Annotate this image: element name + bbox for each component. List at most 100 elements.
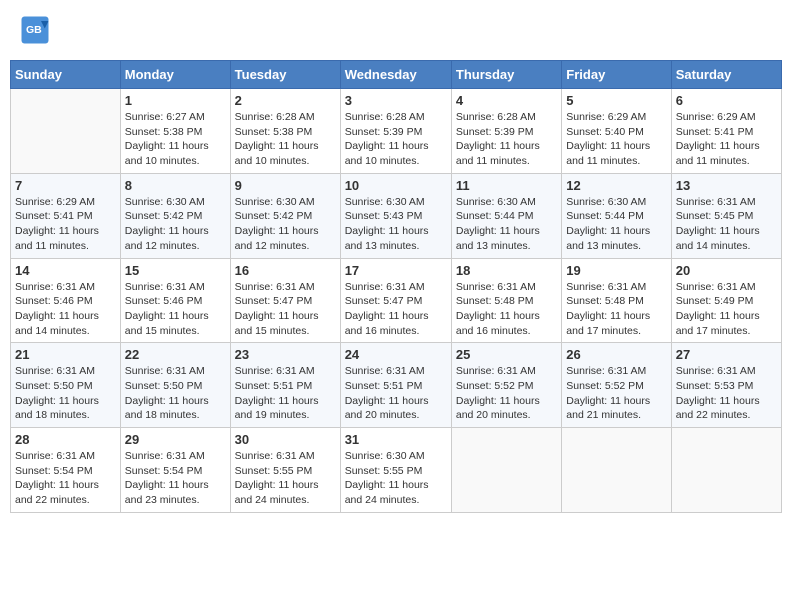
page-header: GB: [10, 10, 782, 50]
calendar-header-sunday: Sunday: [11, 61, 121, 89]
day-number: 25: [456, 347, 557, 362]
day-number: 8: [125, 178, 226, 193]
day-number: 23: [235, 347, 336, 362]
day-number: 5: [566, 93, 666, 108]
calendar-cell: 5 Sunrise: 6:29 AMSunset: 5:40 PMDaylight…: [562, 89, 671, 174]
day-number: 26: [566, 347, 666, 362]
day-info: Sunrise: 6:31 AMSunset: 5:48 PMDaylight:…: [566, 280, 666, 339]
day-info: Sunrise: 6:30 AMSunset: 5:44 PMDaylight:…: [456, 195, 557, 254]
day-number: 11: [456, 178, 557, 193]
day-info: Sunrise: 6:28 AMSunset: 5:39 PMDaylight:…: [345, 110, 447, 169]
day-number: 20: [676, 263, 777, 278]
calendar-week-3: 14 Sunrise: 6:31 AMSunset: 5:46 PMDayligh…: [11, 258, 782, 343]
day-info: Sunrise: 6:30 AMSunset: 5:42 PMDaylight:…: [235, 195, 336, 254]
calendar-cell: 20 Sunrise: 6:31 AMSunset: 5:49 PMDayligh…: [671, 258, 781, 343]
day-number: 18: [456, 263, 557, 278]
day-number: 17: [345, 263, 447, 278]
calendar-cell: [11, 89, 121, 174]
day-number: 29: [125, 432, 226, 447]
day-info: Sunrise: 6:31 AMSunset: 5:55 PMDaylight:…: [235, 449, 336, 508]
calendar-cell: 21 Sunrise: 6:31 AMSunset: 5:50 PMDayligh…: [11, 343, 121, 428]
calendar-cell: [451, 428, 561, 513]
day-info: Sunrise: 6:27 AMSunset: 5:38 PMDaylight:…: [125, 110, 226, 169]
day-number: 28: [15, 432, 116, 447]
day-info: Sunrise: 6:31 AMSunset: 5:46 PMDaylight:…: [15, 280, 116, 339]
day-info: Sunrise: 6:31 AMSunset: 5:50 PMDaylight:…: [15, 364, 116, 423]
calendar-cell: 31 Sunrise: 6:30 AMSunset: 5:55 PMDayligh…: [340, 428, 451, 513]
calendar-cell: 29Sunrise: 6:31 AMSunset: 5:54 PMDayligh…: [120, 428, 230, 513]
day-info: Sunrise: 6:31 AMSunset: 5:52 PMDaylight:…: [566, 364, 666, 423]
calendar-cell: 10 Sunrise: 6:30 AMSunset: 5:43 PMDayligh…: [340, 173, 451, 258]
day-info: Sunrise: 6:31 AMSunset: 5:51 PMDaylight:…: [235, 364, 336, 423]
calendar-header-tuesday: Tuesday: [230, 61, 340, 89]
calendar-cell: 1Sunrise: 6:27 AMSunset: 5:38 PMDaylight…: [120, 89, 230, 174]
day-info: Sunrise: 6:30 AMSunset: 5:43 PMDaylight:…: [345, 195, 447, 254]
day-info: Sunrise: 6:31 AMSunset: 5:48 PMDaylight:…: [456, 280, 557, 339]
day-info: Sunrise: 6:30 AMSunset: 5:55 PMDaylight:…: [345, 449, 447, 508]
day-number: 9: [235, 178, 336, 193]
day-info: Sunrise: 6:28 AMSunset: 5:38 PMDaylight:…: [235, 110, 336, 169]
calendar-cell: 28 Sunrise: 6:31 AMSunset: 5:54 PMDayligh…: [11, 428, 121, 513]
day-number: 3: [345, 93, 447, 108]
calendar-cell: 24 Sunrise: 6:31 AMSunset: 5:51 PMDayligh…: [340, 343, 451, 428]
calendar-cell: 3 Sunrise: 6:28 AMSunset: 5:39 PMDaylight…: [340, 89, 451, 174]
day-info: Sunrise: 6:29 AMSunset: 5:40 PMDaylight:…: [566, 110, 666, 169]
day-info: Sunrise: 6:29 AMSunset: 5:41 PMDaylight:…: [676, 110, 777, 169]
day-number: 19: [566, 263, 666, 278]
day-info: Sunrise: 6:31 AMSunset: 5:50 PMDaylight:…: [125, 364, 226, 423]
calendar-week-4: 21 Sunrise: 6:31 AMSunset: 5:50 PMDayligh…: [11, 343, 782, 428]
calendar-table: SundayMondayTuesdayWednesdayThursdayFrid…: [10, 60, 782, 513]
calendar-week-5: 28 Sunrise: 6:31 AMSunset: 5:54 PMDayligh…: [11, 428, 782, 513]
svg-text:GB: GB: [26, 24, 42, 36]
calendar-cell: 19 Sunrise: 6:31 AMSunset: 5:48 PMDayligh…: [562, 258, 671, 343]
calendar-cell: 8 Sunrise: 6:30 AMSunset: 5:42 PMDaylight…: [120, 173, 230, 258]
day-info: Sunrise: 6:31 AMSunset: 5:47 PMDaylight:…: [345, 280, 447, 339]
day-info: Sunrise: 6:31 AMSunset: 5:51 PMDaylight:…: [345, 364, 447, 423]
calendar-header-wednesday: Wednesday: [340, 61, 451, 89]
calendar-cell: 22 Sunrise: 6:31 AMSunset: 5:50 PMDayligh…: [120, 343, 230, 428]
day-number: 24: [345, 347, 447, 362]
day-number: 15: [125, 263, 226, 278]
day-number: 27: [676, 347, 777, 362]
day-info: Sunrise: 6:31 AMSunset: 5:46 PMDaylight:…: [125, 280, 226, 339]
calendar-cell: 25 Sunrise: 6:31 AMSunset: 5:52 PMDayligh…: [451, 343, 561, 428]
day-number: 6: [676, 93, 777, 108]
calendar-header-monday: Monday: [120, 61, 230, 89]
calendar-cell: 15 Sunrise: 6:31 AMSunset: 5:46 PMDayligh…: [120, 258, 230, 343]
day-number: 21: [15, 347, 116, 362]
calendar-cell: 12Sunrise: 6:30 AMSunset: 5:44 PMDayligh…: [562, 173, 671, 258]
day-info: Sunrise: 6:30 AMSunset: 5:42 PMDaylight:…: [125, 195, 226, 254]
day-info: Sunrise: 6:31 AMSunset: 5:54 PMDaylight:…: [15, 449, 116, 508]
calendar-cell: 11 Sunrise: 6:30 AMSunset: 5:44 PMDayligh…: [451, 173, 561, 258]
calendar-cell: [562, 428, 671, 513]
calendar-cell: 4Sunrise: 6:28 AMSunset: 5:39 PMDaylight…: [451, 89, 561, 174]
calendar-header-thursday: Thursday: [451, 61, 561, 89]
calendar-header-saturday: Saturday: [671, 61, 781, 89]
day-info: Sunrise: 6:29 AMSunset: 5:41 PMDaylight:…: [15, 195, 116, 254]
calendar-cell: 14 Sunrise: 6:31 AMSunset: 5:46 PMDayligh…: [11, 258, 121, 343]
day-info: Sunrise: 6:31 AMSunset: 5:49 PMDaylight:…: [676, 280, 777, 339]
day-number: 13: [676, 178, 777, 193]
day-number: 30: [235, 432, 336, 447]
logo-icon: GB: [20, 15, 50, 45]
day-info: Sunrise: 6:31 AMSunset: 5:45 PMDaylight:…: [676, 195, 777, 254]
day-info: Sunrise: 6:31 AMSunset: 5:53 PMDaylight:…: [676, 364, 777, 423]
day-number: 7: [15, 178, 116, 193]
day-number: 14: [15, 263, 116, 278]
calendar-cell: 30 Sunrise: 6:31 AMSunset: 5:55 PMDayligh…: [230, 428, 340, 513]
calendar-cell: 6 Sunrise: 6:29 AMSunset: 5:41 PMDaylight…: [671, 89, 781, 174]
day-number: 12: [566, 178, 666, 193]
calendar-cell: 13 Sunrise: 6:31 AMSunset: 5:45 PMDayligh…: [671, 173, 781, 258]
logo: GB: [20, 15, 54, 45]
calendar-cell: 2 Sunrise: 6:28 AMSunset: 5:38 PMDaylight…: [230, 89, 340, 174]
day-number: 10: [345, 178, 447, 193]
day-number: 2: [235, 93, 336, 108]
day-number: 22: [125, 347, 226, 362]
calendar-cell: 9 Sunrise: 6:30 AMSunset: 5:42 PMDaylight…: [230, 173, 340, 258]
day-number: 16: [235, 263, 336, 278]
day-info: Sunrise: 6:31 AMSunset: 5:52 PMDaylight:…: [456, 364, 557, 423]
day-info: Sunrise: 6:28 AMSunset: 5:39 PMDaylight:…: [456, 110, 557, 169]
calendar-cell: 7 Sunrise: 6:29 AMSunset: 5:41 PMDaylight…: [11, 173, 121, 258]
calendar-cell: 26 Sunrise: 6:31 AMSunset: 5:52 PMDayligh…: [562, 343, 671, 428]
day-number: 31: [345, 432, 447, 447]
